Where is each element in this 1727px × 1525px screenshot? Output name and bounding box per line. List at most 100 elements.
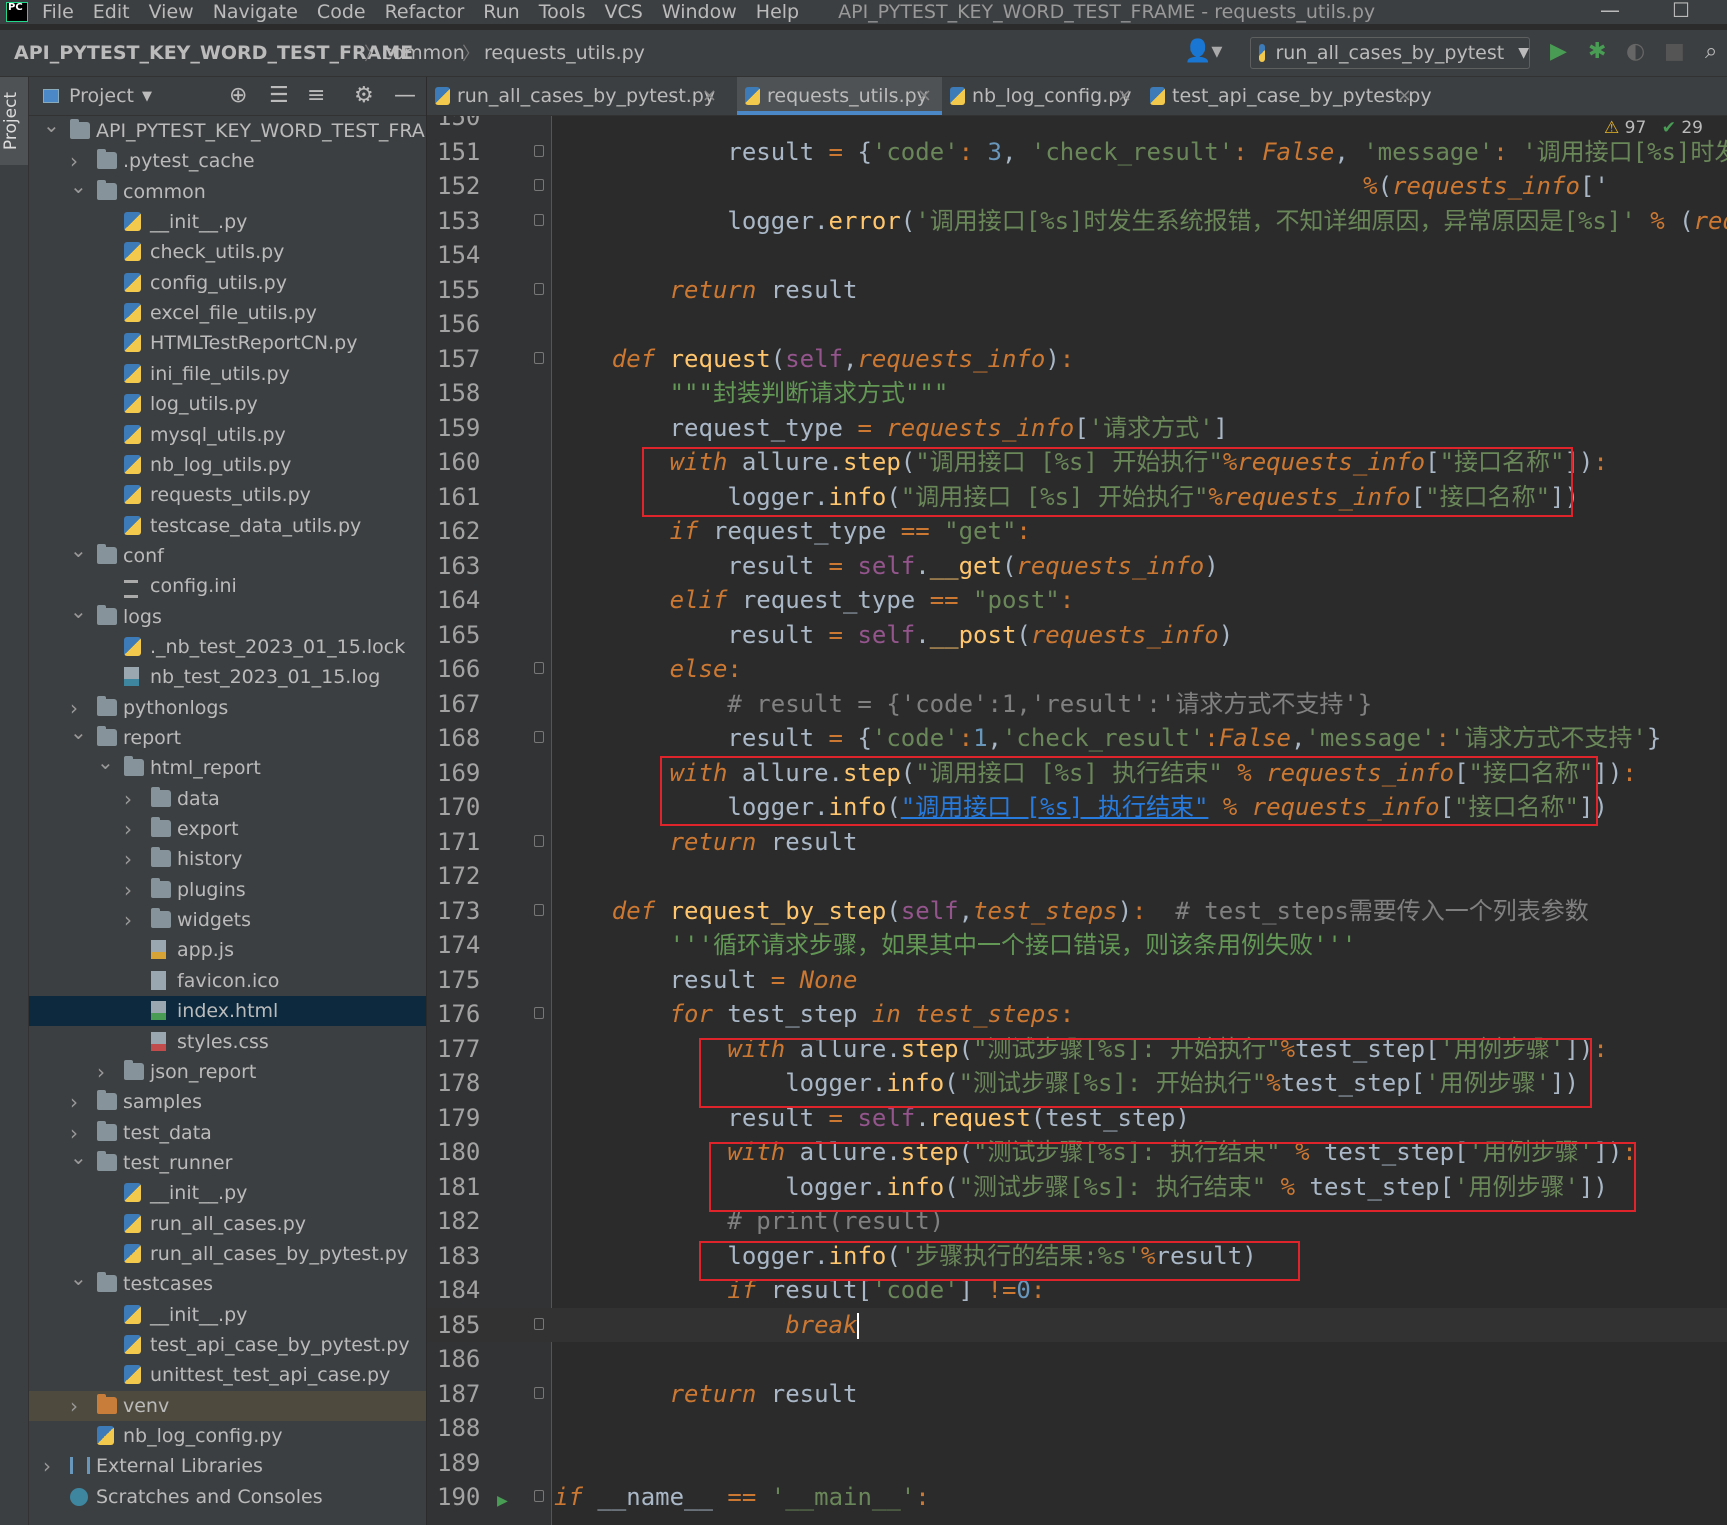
tree-item[interactable]: ⌄ testcases: [29, 1266, 426, 1299]
tree-item[interactable]: ._nb_test_2023_01_15.lock: [29, 632, 426, 662]
code-line[interactable]: 164 elif request_type == "post":: [427, 583, 1727, 618]
breadcrumb-project[interactable]: API_PYTEST_KEY_WORD_TEST_FRAME: [14, 42, 413, 64]
expand-all-icon[interactable]: ☰: [269, 83, 289, 108]
tree-item[interactable]: styles.css: [29, 1027, 426, 1057]
code-line[interactable]: 166 else:: [427, 652, 1727, 687]
fold-marker-icon[interactable]: [534, 903, 544, 916]
code-line[interactable]: 163 result = self.__get(requests_info): [427, 549, 1727, 584]
code-line[interactable]: 172: [427, 859, 1727, 894]
user-icon[interactable]: 👤▾: [1184, 39, 1222, 64]
tree-item[interactable]: app.js: [29, 935, 426, 965]
fold-marker-icon[interactable]: [534, 1490, 544, 1502]
fold-marker-icon[interactable]: [534, 179, 544, 191]
code-editor[interactable]: 150 151 result = {'code': 3, 'check_resul…: [427, 116, 1727, 1525]
code-line[interactable]: 187 return result: [427, 1377, 1727, 1412]
fold-marker-icon[interactable]: [534, 662, 544, 674]
chevron-right-icon[interactable]: ›: [43, 1451, 57, 1481]
menu-code[interactable]: Code: [317, 1, 366, 23]
chevron-right-icon[interactable]: ›: [124, 905, 138, 935]
editor-tab[interactable]: requests_utils.py ×: [737, 77, 942, 115]
tree-item[interactable]: ⌄ html_report: [29, 750, 426, 783]
code-line[interactable]: 156: [427, 307, 1727, 342]
tree-item[interactable]: › .pytest_cache: [29, 146, 426, 176]
run-gutter-icon[interactable]: ▶: [497, 1484, 508, 1519]
editor-tab[interactable]: run_all_cases_by_pytest.py ×: [427, 77, 727, 115]
menu-vcs[interactable]: VCS: [605, 1, 643, 23]
code-line[interactable]: 174 '''循环请求步骤，如果其中一个接口错误，则该条用例失败''': [427, 928, 1727, 963]
chevron-down-icon[interactable]: ⌄: [70, 171, 87, 201]
tree-item[interactable]: testcase_data_utils.py: [29, 511, 426, 541]
code-line[interactable]: 173 def request_by_step(self,test_steps)…: [427, 894, 1727, 929]
tree-item[interactable]: run_all_cases.py: [29, 1209, 426, 1239]
minimize-icon[interactable]: —: [1600, 0, 1620, 22]
menu-help[interactable]: Help: [756, 1, 799, 23]
run-icon[interactable]: ▶: [1550, 39, 1567, 64]
code-line[interactable]: 158 """封装判断请求方式""": [427, 376, 1727, 411]
tree-item[interactable]: › widgets: [29, 905, 426, 935]
close-icon[interactable]: ×: [917, 77, 932, 115]
chevron-down-icon[interactable]: ⌄: [70, 1142, 87, 1172]
code-line[interactable]: 155 return result: [427, 273, 1727, 308]
chevron-right-icon[interactable]: ›: [124, 844, 138, 874]
tree-item[interactable]: config_utils.py: [29, 268, 426, 298]
tree-item[interactable]: ⌄ report: [29, 720, 426, 753]
chevron-right-icon[interactable]: ›: [70, 1391, 84, 1421]
tree-item[interactable]: › venv: [29, 1390, 426, 1421]
search-icon[interactable]: ⌕: [1705, 39, 1717, 64]
chevron-down-icon[interactable]: ⌄: [97, 747, 114, 777]
menu-window[interactable]: Window: [662, 1, 737, 23]
editor-tab[interactable]: nb_log_config.py ×: [942, 77, 1142, 115]
code-line[interactable]: 175 result = None: [427, 963, 1727, 998]
chevron-down-icon[interactable]: ⌄: [70, 717, 87, 747]
code-line[interactable]: 190 ▶ if __name__ == '__main__':: [427, 1480, 1727, 1515]
tree-item[interactable]: › history: [29, 844, 426, 874]
tree-item[interactable]: ini_file_utils.py: [29, 359, 426, 389]
tree-item[interactable]: __init__.py: [29, 1300, 426, 1330]
locate-icon[interactable]: ⊕: [229, 83, 247, 108]
chevron-down-icon[interactable]: ▼: [142, 89, 152, 104]
code-line[interactable]: 154: [427, 238, 1727, 273]
code-line[interactable]: 150: [427, 116, 1727, 135]
tree-item[interactable]: › samples: [29, 1087, 426, 1117]
tree-item[interactable]: Scratches and Consoles: [29, 1482, 426, 1512]
menu-run[interactable]: Run: [483, 1, 519, 23]
tree-item[interactable]: log_utils.py: [29, 389, 426, 419]
stop-icon[interactable]: ■: [1664, 39, 1685, 64]
chevron-down-icon[interactable]: ⌄: [70, 596, 87, 626]
tree-item[interactable]: ⌄ test_runner: [29, 1145, 426, 1178]
tree-item[interactable]: favicon.ico: [29, 966, 426, 996]
code-line[interactable]: 189: [427, 1446, 1727, 1481]
menu-tools[interactable]: Tools: [539, 1, 586, 23]
tree-item[interactable]: __init__.py: [29, 1178, 426, 1208]
menu-refactor[interactable]: Refactor: [385, 1, 465, 23]
tree-item[interactable]: › pythonlogs: [29, 693, 426, 723]
chevron-down-icon[interactable]: ⌄: [43, 110, 60, 140]
menu-file[interactable]: File: [42, 1, 74, 23]
menu-navigate[interactable]: Navigate: [213, 1, 298, 23]
tree-item[interactable]: › plugins: [29, 875, 426, 905]
tree-item[interactable]: mysql_utils.py: [29, 420, 426, 450]
tree-item[interactable]: nb_log_config.py: [29, 1421, 426, 1451]
tree-item[interactable]: test_api_case_by_pytest.py: [29, 1330, 426, 1360]
fold-marker-icon[interactable]: [534, 731, 544, 743]
inspection-widget[interactable]: ⚠ 97 ✔ 29: [1600, 118, 1707, 138]
tree-item[interactable]: › test_data: [29, 1118, 426, 1148]
tree-item[interactable]: __init__.py: [29, 207, 426, 237]
editor-tab[interactable]: test_api_case_by_pytest.py ×: [1142, 77, 1432, 115]
close-icon[interactable]: ×: [702, 77, 717, 115]
chevron-right-icon[interactable]: ›: [124, 875, 138, 905]
breadcrumb-folder[interactable]: common: [382, 42, 465, 64]
maximize-icon[interactable]: ☐: [1672, 0, 1690, 22]
tree-item[interactable]: index.html: [29, 996, 426, 1027]
tree-item[interactable]: HTMLTestReportCN.py: [29, 328, 426, 358]
tree-item[interactable]: check_utils.py: [29, 237, 426, 267]
chevron-down-icon[interactable]: ⌄: [70, 535, 87, 565]
tree-item[interactable]: ⌄ common: [29, 174, 426, 207]
fold-marker-icon[interactable]: [534, 351, 544, 364]
fold-marker-icon[interactable]: [534, 834, 544, 847]
tree-item[interactable]: › export: [29, 814, 426, 844]
chevron-right-icon[interactable]: ›: [97, 1057, 111, 1087]
code-line[interactable]: 162 if request_type == "get":: [427, 514, 1727, 549]
code-line[interactable]: 159 request_type = requests_info['请求方式']: [427, 411, 1727, 446]
code-line[interactable]: 188: [427, 1411, 1727, 1446]
